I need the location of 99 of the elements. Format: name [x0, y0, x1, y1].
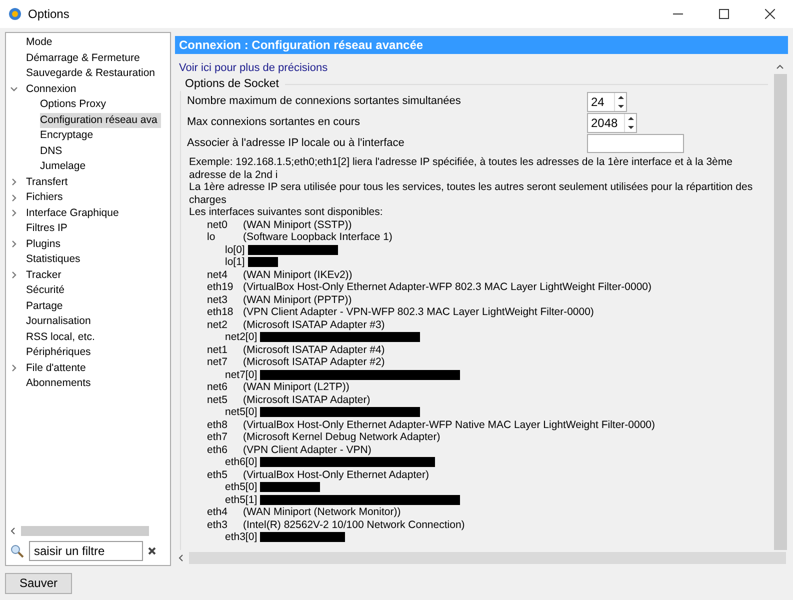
scroll-left-icon[interactable]	[177, 554, 185, 562]
tree-item[interactable]: File d'attente	[26, 360, 90, 376]
help-link[interactable]: Voir ici pour plus de précisions	[179, 60, 768, 76]
tree-item[interactable]: Options Proxy	[40, 97, 110, 112]
help-text: Les interfaces suivantes sont disponibles:	[189, 206, 384, 218]
redaction-bar	[248, 257, 278, 268]
tree-item[interactable]: Tracker	[26, 268, 66, 283]
address-label: eth3[0]	[225, 531, 258, 544]
interface-name: eth4	[207, 506, 228, 518]
setting-label: Associer à l'adresse IP locale ou à l'interface	[187, 136, 406, 152]
interface-name: net3	[207, 294, 228, 306]
tree-item[interactable]: Sécurité	[26, 283, 69, 298]
address-label: eth6[0]	[225, 456, 258, 468]
interface-description: (VirtualBox Host-Only Ethernet Adapter-WFP Native MAC Layer LightWeight Filter-0000)	[243, 418, 656, 431]
tree-item[interactable]: Connexion	[26, 82, 80, 97]
tree-item[interactable]: Plugins	[26, 236, 64, 252]
interface-name: net5	[207, 394, 228, 406]
interface-description: (WAN Miniport (IKEv2))	[243, 268, 352, 281]
maximize-icon[interactable]	[719, 9, 729, 19]
interface-description: (VPN Client Adapter - VPN-WFP 802.3 MAC Layer LightWeight Filter-0000)	[243, 306, 594, 318]
interface-name: eth3	[207, 518, 228, 531]
tree-item[interactable]: Transfert	[26, 174, 72, 190]
interface-description: (Microsoft ISATAP Adapter #2)	[243, 356, 385, 368]
tree-item[interactable]: Filtres IP	[26, 221, 72, 236]
interface-description: (Microsoft Kernel Debug Network Adapter)	[243, 431, 440, 444]
scroll-up-icon[interactable]	[776, 63, 784, 71]
interface-name: net1	[207, 344, 228, 356]
help-text: La 1ère adresse IP sera utilisée pour tous les services, toutes les autres seront seulement utilisées pour la répartition des charges	[189, 181, 754, 206]
address-label: lo[1]	[225, 256, 246, 268]
interface-description: (WAN Miniport (L2TP))	[243, 381, 350, 394]
app-icon	[8, 7, 22, 21]
chevron-right-icon[interactable]	[10, 364, 18, 372]
interface-description: (WAN Miniport (PPTP))	[243, 294, 352, 306]
scroll-left-icon[interactable]	[9, 527, 17, 535]
interface-name: eth6	[207, 444, 228, 456]
chevron-right-icon[interactable]	[10, 178, 18, 186]
tree-item[interactable]: Mode	[26, 35, 56, 50]
setting-label: Max connexions sortantes en cours	[187, 115, 362, 130]
tree-item[interactable]: Journalisation	[26, 314, 95, 330]
chevron-right-icon[interactable]	[10, 194, 18, 202]
tree-item[interactable]: Abonnements	[26, 376, 95, 392]
chevron-right-icon[interactable]	[10, 271, 18, 280]
interface-name: eth8	[207, 418, 228, 431]
tree-item[interactable]: Jumelage	[40, 159, 90, 174]
interface-name: lo	[207, 231, 216, 244]
interface-name: net6	[207, 381, 228, 394]
chevron-down-icon[interactable]	[10, 85, 18, 94]
chevron-right-icon[interactable]	[10, 209, 18, 218]
address-label: net5[0]	[225, 406, 258, 418]
section-header: Connexion : Configuration réseau avancée	[175, 36, 788, 54]
address-label: net2[0]	[225, 331, 258, 344]
interface-description: (VirtualBox Host-Only Ethernet Adapter-WFP 802.3 MAC Layer LightWeight Filter-0000)	[243, 281, 652, 294]
interface-description: (Software Loopback Interface 1)	[243, 231, 392, 244]
scroll-thumb[interactable]	[774, 74, 786, 550]
tree-item[interactable]: Fichiers	[26, 190, 67, 206]
spin-box[interactable]: 24	[587, 92, 627, 112]
clear-icon[interactable]	[148, 547, 156, 555]
interface-name: eth5	[207, 468, 228, 481]
filter-field[interactable]: saisir un filtre	[29, 541, 143, 561]
tree-item[interactable]: Sauvegarde & Restauration	[26, 66, 159, 82]
interface-name: eth7	[207, 431, 228, 444]
interface-name: eth19	[207, 281, 234, 294]
interface-description: (WAN Miniport (Network Monitor))	[243, 506, 401, 518]
setting-label: Nombre maximum de connexions sortantes simultanées	[187, 94, 462, 110]
address-label: eth5[1]	[225, 494, 258, 506]
close-icon[interactable]	[765, 9, 775, 19]
window-title: Options	[28, 6, 70, 23]
tree-item[interactable]: Partage	[26, 298, 67, 314]
help-text: Exemple: 192.168.1.5;eth0;eth1[2] liera l'adresse IP spécifiée, à toutes les adresses de la 1ère interface et à la 3ème adresse de la 2nd i	[189, 156, 734, 181]
address-field[interactable]	[587, 134, 684, 153]
chevron-right-icon[interactable]	[10, 240, 18, 248]
tree-item[interactable]: Périphériques	[26, 345, 95, 360]
interface-description: (WAN Miniport (SSTP))	[243, 218, 352, 231]
address-label: eth5[0]	[225, 481, 258, 494]
address-label: lo[0]	[225, 244, 246, 256]
tree-item[interactable]: DNS	[40, 144, 66, 159]
interface-name: eth18	[207, 306, 234, 318]
interface-name: net0	[207, 218, 228, 231]
redaction-bar	[260, 482, 320, 492]
group-title: Options de Socket	[184, 77, 280, 91]
save-button[interactable]: Sauver	[5, 572, 72, 594]
tree-item[interactable]: Encryptage	[40, 128, 98, 144]
interface-name: net4	[207, 268, 228, 281]
interface-description: (Microsoft ISATAP Adapter #3)	[243, 318, 385, 331]
interface-name: net2	[207, 318, 228, 331]
tree-item[interactable]: Interface Graphique	[26, 206, 123, 221]
interface-description: (Microsoft ISATAP Adapter #4)	[243, 344, 385, 356]
interface-description: (VPN Client Adapter - VPN)	[243, 444, 372, 456]
tree-item[interactable]: RSS local, etc.	[26, 330, 99, 345]
interface-description: (Microsoft ISATAP Adapter)	[243, 394, 370, 406]
interface-description: (Intel(R) 82562V-2 10/100 Network Connection)	[243, 518, 465, 531]
interface-description: (VirtualBox Host-Only Ethernet Adapter)	[243, 468, 429, 481]
search-icon	[10, 544, 24, 558]
interface-name: net7	[207, 356, 228, 368]
tree-item[interactable]: Statistiques	[26, 252, 84, 268]
tree-item[interactable]: Configuration réseau ava	[40, 112, 162, 128]
tree-item[interactable]: Démarrage & Fermeture	[26, 50, 144, 66]
address-label: net7[0]	[225, 368, 258, 381]
spin-box[interactable]: 2048	[587, 112, 637, 132]
